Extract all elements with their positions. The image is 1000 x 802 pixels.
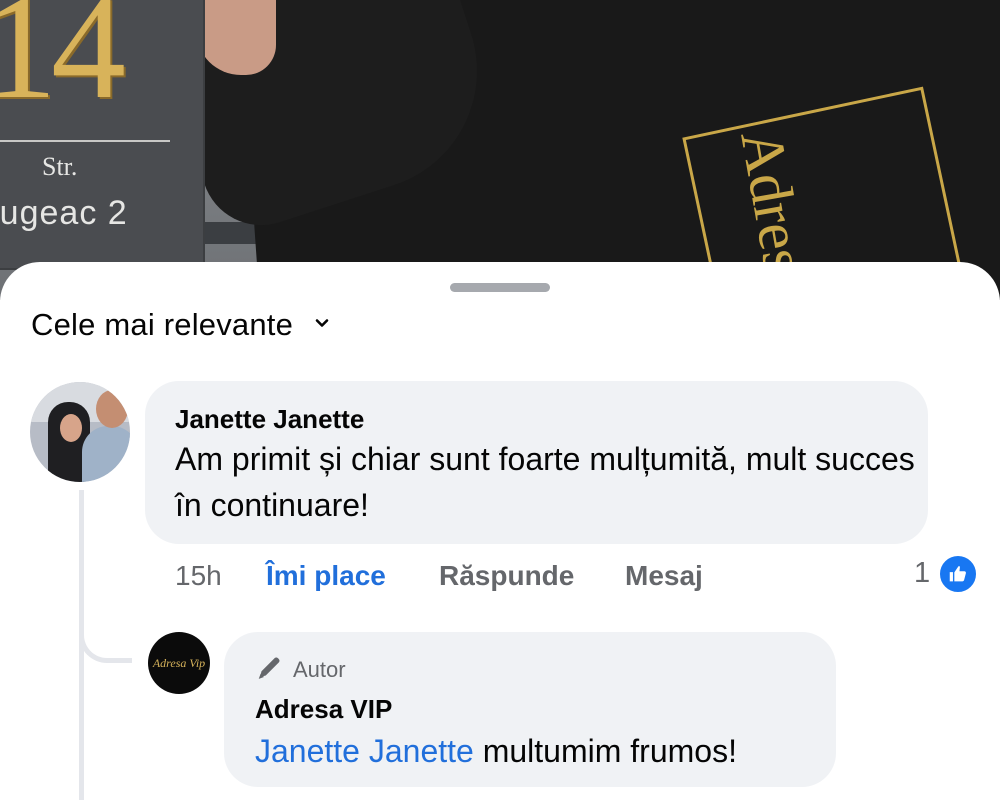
sheet-drag-handle[interactable] <box>450 283 550 292</box>
reply-button[interactable]: Răspunde <box>439 560 574 592</box>
avatar[interactable] <box>30 382 130 482</box>
house-number-sign: 14 Str. Bugeac 2 <box>0 0 205 270</box>
house-number: 14 <box>0 0 126 130</box>
author-badge: Autor <box>255 652 346 687</box>
street-label: Str. <box>42 152 78 181</box>
reply-text: Janette Janette multumim frumos! <box>255 728 737 774</box>
author-badge-label: Autor <box>293 656 346 682</box>
avatar-face <box>96 390 128 428</box>
sort-comments-dropdown[interactable]: Cele mai relevante <box>31 307 329 343</box>
street-name: Bugeac 2 <box>0 194 128 232</box>
pencil-icon <box>255 652 285 687</box>
reply-message: multumim frumos! <box>473 733 737 769</box>
mention-link[interactable]: Janette Janette <box>255 733 474 769</box>
avatar-person <box>82 426 130 482</box>
avatar-logo-text: Adresa Vip <box>152 655 206 670</box>
reply-author[interactable]: Adresa VIP <box>255 694 392 725</box>
chevron-down-icon <box>315 316 329 330</box>
comment-text: Am primit și chiar sunt foarte mulțumită… <box>175 441 915 523</box>
post-photo[interactable]: Adresa 14 Str. Bugeac 2 <box>0 0 1000 300</box>
message-button[interactable]: Mesaj <box>625 560 703 592</box>
avatar[interactable]: Adresa Vip <box>148 632 210 694</box>
comment-author[interactable]: Janette Janette <box>175 404 364 435</box>
sort-label: Cele mai relevante <box>31 307 294 342</box>
reaction-count[interactable]: 1 <box>914 557 930 590</box>
like-button[interactable]: Îmi place <box>266 560 386 592</box>
like-thumb-icon[interactable] <box>937 553 979 595</box>
comment-timestamp[interactable]: 15h <box>175 560 222 592</box>
sign-divider <box>0 140 170 142</box>
avatar-face <box>60 414 82 442</box>
